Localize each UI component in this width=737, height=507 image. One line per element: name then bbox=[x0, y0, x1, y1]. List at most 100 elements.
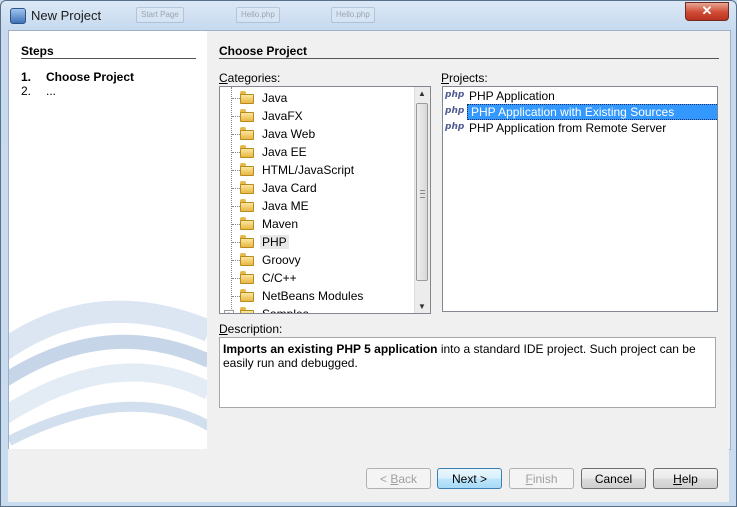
background-tab: Hello.php bbox=[331, 7, 375, 23]
project-label: PHP Application bbox=[469, 89, 555, 103]
description-label: Description: bbox=[219, 322, 282, 336]
category-item[interactable]: Groovy bbox=[220, 251, 410, 269]
tree-connector bbox=[232, 152, 240, 153]
project-item[interactable]: php PHP Application from Remote Server bbox=[444, 120, 716, 136]
folder-icon bbox=[240, 307, 254, 313]
background-tabs: Start Page Hello.php Hello.php bbox=[106, 3, 426, 23]
category-label: HTML/JavaScript bbox=[262, 163, 355, 177]
step-number: 2. bbox=[21, 84, 32, 98]
tree-connector bbox=[232, 224, 240, 225]
categories-label: Categories: bbox=[219, 71, 280, 85]
title-bar[interactable]: New Project Start Page Hello.php Hello.p… bbox=[1, 1, 736, 31]
description-box: Imports an existing PHP 5 application in… bbox=[219, 337, 716, 408]
step-label: ... bbox=[46, 84, 57, 98]
category-item[interactable]: Java ME bbox=[220, 197, 410, 215]
title-divider bbox=[219, 58, 719, 59]
category-item[interactable]: NetBeans Modules bbox=[220, 287, 410, 305]
cancel-button[interactable]: Cancel bbox=[581, 468, 646, 489]
category-item[interactable]: Java EE bbox=[220, 143, 410, 161]
project-label: PHP Application with Existing Sources bbox=[467, 104, 717, 120]
mnemonic: C bbox=[219, 71, 228, 85]
description-bold: Imports an existing PHP 5 application bbox=[223, 342, 438, 356]
scroll-thumb[interactable] bbox=[416, 103, 428, 281]
step-label: Choose Project bbox=[46, 70, 135, 84]
help-button-label: Help bbox=[673, 472, 698, 486]
category-item[interactable]: Java Web bbox=[220, 125, 410, 143]
back-button[interactable]: < Back bbox=[366, 468, 431, 489]
category-label: PHP bbox=[260, 235, 289, 249]
tree-connector bbox=[232, 98, 240, 99]
mnemonic: D bbox=[219, 322, 228, 336]
description-label-text: escription: bbox=[227, 322, 283, 336]
step-item: 2.... bbox=[21, 84, 56, 98]
projects-list[interactable]: php PHP Application php PHP Application wit… bbox=[442, 86, 718, 312]
folder-icon bbox=[240, 199, 254, 212]
category-item[interactable]: PHP bbox=[220, 233, 410, 251]
projects-label-text: rojects: bbox=[449, 71, 488, 85]
category-label: Samples bbox=[262, 307, 309, 314]
project-label: PHP Application from Remote Server bbox=[469, 121, 667, 135]
category-item[interactable]: Java Card bbox=[220, 179, 410, 197]
next-button[interactable]: Next > bbox=[437, 468, 502, 489]
dialog-content: Steps 1. Choose Project 2.... Choose Proj… bbox=[8, 30, 731, 450]
folder-icon bbox=[240, 145, 254, 158]
cancel-button-label: Cancel bbox=[594, 472, 633, 486]
tree-connector bbox=[232, 116, 240, 117]
folder-icon bbox=[240, 217, 254, 230]
background-tab: Start Page bbox=[136, 7, 184, 23]
tree-connector bbox=[232, 242, 240, 243]
finish-button[interactable]: Finish bbox=[509, 468, 574, 489]
expand-icon[interactable]: + bbox=[224, 310, 234, 313]
category-label: Java ME bbox=[262, 199, 309, 213]
project-item[interactable]: php PHP Application with Existing Sources bbox=[444, 104, 717, 120]
scroll-up-icon[interactable]: ▲ bbox=[418, 89, 426, 98]
folder-icon bbox=[240, 181, 254, 194]
category-item[interactable]: Java bbox=[220, 89, 410, 107]
background-tab: Hello.php bbox=[236, 7, 280, 23]
category-label: Java Web bbox=[262, 127, 316, 141]
category-label: Maven bbox=[262, 217, 299, 231]
category-label: NetBeans Modules bbox=[262, 289, 364, 303]
steps-divider bbox=[21, 58, 196, 59]
php-icon: php bbox=[445, 90, 465, 100]
folder-icon bbox=[240, 253, 254, 266]
next-button-label: Next > bbox=[451, 472, 487, 486]
folder-icon bbox=[240, 109, 254, 122]
category-label: Java bbox=[262, 91, 288, 105]
tree-connector bbox=[232, 278, 240, 279]
finish-button-label: Finish bbox=[525, 472, 558, 486]
tree-connector bbox=[232, 170, 240, 171]
step-number: 1. bbox=[21, 70, 32, 84]
steps-heading: Steps bbox=[21, 44, 54, 58]
category-item[interactable]: Maven bbox=[220, 215, 410, 233]
tree-connector bbox=[232, 188, 240, 189]
category-item[interactable]: C/C++ bbox=[220, 269, 410, 287]
category-label: C/C++ bbox=[262, 271, 297, 285]
page-title: Choose Project bbox=[219, 44, 308, 58]
categories-label-text: ategories: bbox=[227, 71, 281, 85]
tree-connector bbox=[232, 206, 240, 207]
projects-label: Projects: bbox=[441, 71, 488, 85]
tree-connector bbox=[232, 134, 240, 135]
close-button[interactable]: ✕ bbox=[685, 2, 729, 21]
help-button[interactable]: Help bbox=[653, 468, 718, 489]
folder-icon bbox=[240, 235, 254, 248]
button-bar: < Back Next > Finish Cancel Help bbox=[8, 449, 729, 502]
category-item[interactable]: HTML/JavaScript bbox=[220, 161, 410, 179]
project-item[interactable]: php PHP Application bbox=[444, 88, 716, 104]
category-label: Java EE bbox=[262, 145, 307, 159]
category-item[interactable]: JavaFX bbox=[220, 107, 410, 125]
categories-tree[interactable]: Java JavaFX Java Web Java EE HTML/JavaScript… bbox=[219, 86, 431, 314]
folder-icon bbox=[240, 271, 254, 284]
mnemonic: P bbox=[441, 71, 450, 85]
php-icon: php bbox=[445, 122, 465, 132]
categories-scrollbar[interactable]: ▲ ▼ bbox=[414, 87, 430, 313]
steps-panel: Steps 1. Choose Project 2.... bbox=[9, 31, 207, 449]
category-item[interactable]: + Samples bbox=[220, 305, 410, 314]
step-item: 1. Choose Project bbox=[21, 70, 134, 84]
category-label: JavaFX bbox=[262, 109, 303, 123]
scroll-down-icon[interactable]: ▼ bbox=[418, 302, 426, 311]
folder-icon bbox=[240, 91, 254, 104]
folder-icon bbox=[240, 127, 254, 140]
folder-icon bbox=[240, 289, 254, 302]
